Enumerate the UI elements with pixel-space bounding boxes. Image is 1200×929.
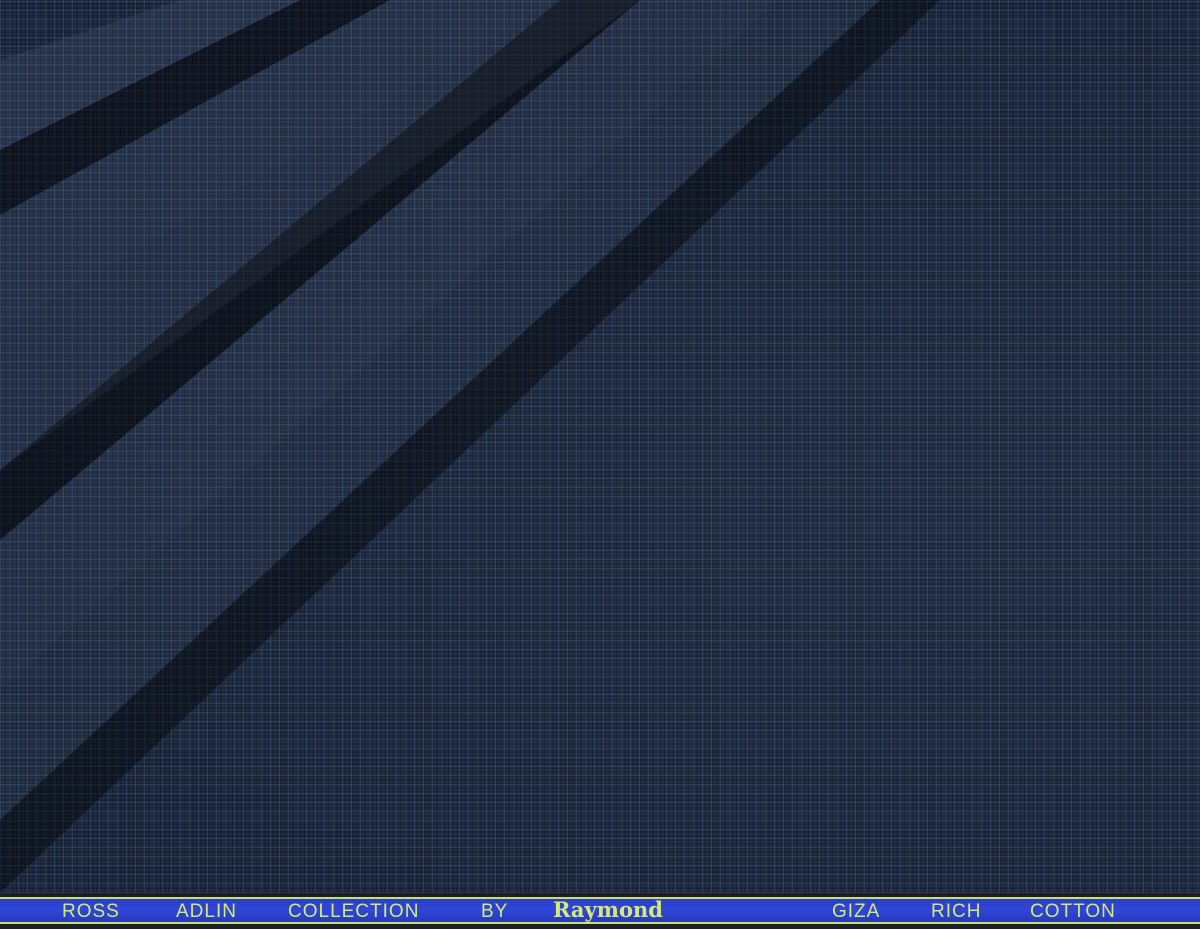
fabric-swatch: [0, 0, 1200, 893]
selvedge-word: ADLIN: [176, 901, 237, 922]
selvedge-word: ROSS: [62, 901, 120, 922]
selvedge-word: COTTON: [1030, 901, 1116, 922]
selvedge-word: RICH: [931, 901, 982, 922]
brand-logo: Raymond: [553, 897, 663, 922]
fabric-selvedge: ROSS ADLIN COLLECTION BY Raymond GIZA RI…: [0, 893, 1200, 929]
selvedge-word: GIZA: [832, 901, 881, 922]
selvedge-word: BY: [481, 901, 509, 922]
selvedge-band: ROSS ADLIN COLLECTION BY Raymond GIZA RI…: [0, 897, 1200, 924]
selvedge-word: COLLECTION: [288, 901, 420, 922]
